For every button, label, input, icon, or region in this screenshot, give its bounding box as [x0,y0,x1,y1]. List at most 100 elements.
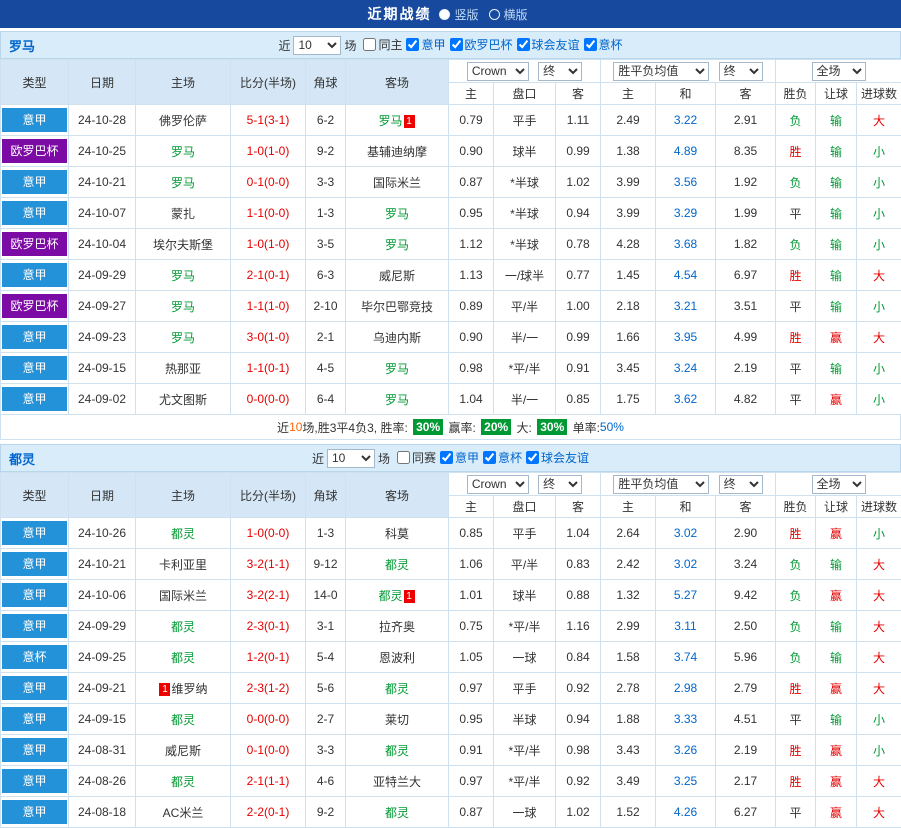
team-label: 威尼斯 [379,269,415,283]
filter-checkbox-input[interactable] [483,451,496,464]
cell-league: 意甲 [1,384,69,415]
cell-handicap: 赢 [816,797,857,828]
cell-away-team: 亚特兰大 [346,766,449,797]
filter-checkbox[interactable]: 意甲 [406,36,445,53]
cell-odds-home: 1.04 [449,384,494,415]
radio-vertical-icon[interactable] [439,9,450,20]
cell-date: 24-09-02 [69,384,136,415]
cell-result: 胜 [776,260,816,291]
odds-state-select[interactable]: 终 [538,62,582,81]
cell-league: 欧罗巴杯 [1,291,69,322]
cell-corner: 4-5 [306,353,346,384]
col-away: 客场 [346,473,449,518]
odds-state-select[interactable]: 终 [538,475,582,494]
cell-handicap: 赢 [816,518,857,549]
scope-select[interactable]: 全场 [812,475,866,494]
radio-horizontal-icon[interactable] [489,9,500,20]
filter-checkbox-input[interactable] [397,451,410,464]
filter-checkbox-input[interactable] [584,38,597,51]
cell-result: 负 [776,611,816,642]
cell-avg-home: 3.45 [601,353,656,384]
radio-vertical-label[interactable]: 竖版 [454,6,478,23]
odds-company-select[interactable]: Crown [467,62,529,81]
odds-select-cell: Crown 终 [449,60,601,83]
cell-score: 3-0(1-0) [231,322,306,353]
filters: 近 10 场 同主意甲欧罗巴杯球会友谊意杯 [278,36,622,55]
team-label: 都灵 [378,589,402,603]
cell-score: 1-1(0-1) [231,353,306,384]
cell-goals: 大 [857,766,901,797]
filter-checkbox[interactable]: 球会友谊 [526,449,589,466]
filter-checkbox-input[interactable] [526,451,539,464]
filter-checkbox-input[interactable] [450,38,463,51]
cell-odds-home: 0.87 [449,167,494,198]
cell-avg-home: 1.75 [601,384,656,415]
cell-avg-home: 1.32 [601,580,656,611]
col-goals: 进球数 [857,496,901,518]
filter-checkbox-input[interactable] [363,38,376,51]
cell-goals: 小 [857,704,901,735]
filter-checkbox[interactable]: 意杯 [483,449,522,466]
cell-home-team: 埃尔夫斯堡 [136,229,231,260]
cell-odds-away: 0.78 [556,229,601,260]
cell-handicap: 赢 [816,673,857,704]
filter-checkbox[interactable]: 同赛 [397,449,436,466]
filter-checkbox[interactable]: 意甲 [440,449,479,466]
cell-away-team: 都灵1 [346,580,449,611]
match-count-select[interactable]: 10 [327,449,375,468]
cell-result: 负 [776,105,816,136]
cell-home-team: 罗马 [136,322,231,353]
filter-checkbox-label: 同赛 [412,449,436,466]
cell-goals: 小 [857,198,901,229]
cell-corner: 9-2 [306,797,346,828]
avg-state-select[interactable]: 终 [719,62,763,81]
radio-horizontal-label[interactable]: 横版 [504,6,528,23]
team-label: 罗马 [378,114,402,128]
match-row: 意甲24-10-26都灵1-0(0-0)1-3科莫0.85平手1.042.643… [1,518,901,549]
cell-handicap: 赢 [816,766,857,797]
filter-checkbox[interactable]: 同主 [363,36,402,53]
cell-corner: 2-10 [306,291,346,322]
cell-home-team: 国际米兰 [136,580,231,611]
team-label: 都灵 [171,775,195,789]
summary-part: 大: [513,419,535,436]
league-badge: 意甲 [2,521,67,545]
cell-date: 24-09-25 [69,642,136,673]
cell-score: 0-0(0-0) [231,704,306,735]
cell-odds-line: 球半 [494,580,556,611]
cell-avg-away: 2.17 [716,766,776,797]
avg-state-select[interactable]: 终 [719,475,763,494]
cell-goals: 大 [857,580,901,611]
avg-metric-select[interactable]: 胜平负均值 [613,475,709,494]
league-badge: 意甲 [2,583,67,607]
cell-home-team: 都灵 [136,766,231,797]
cell-odds-line: 平/半 [494,291,556,322]
cell-away-team: 科莫 [346,518,449,549]
filter-checkbox-input[interactable] [440,451,453,464]
filter-checkbox-input[interactable] [406,38,419,51]
cell-avg-home: 3.99 [601,198,656,229]
avg-metric-select[interactable]: 胜平负均值 [613,62,709,81]
filter-checkbox-label: 欧罗巴杯 [465,36,513,53]
cell-home-team: 蒙扎 [136,198,231,229]
team-label: 都灵 [385,558,409,572]
scope-select[interactable]: 全场 [812,62,866,81]
cell-avg-away: 2.90 [716,518,776,549]
filter-checkbox-input[interactable] [517,38,530,51]
filter-checkbox[interactable]: 欧罗巴杯 [450,36,513,53]
cell-away-team: 拉齐奥 [346,611,449,642]
cell-date: 24-10-04 [69,229,136,260]
cell-odds-line: 平手 [494,105,556,136]
filter-checkbox[interactable]: 意杯 [584,36,623,53]
cell-odds-home: 0.87 [449,797,494,828]
cell-date: 24-10-25 [69,136,136,167]
cell-away-team: 国际米兰 [346,167,449,198]
cell-league: 意杯 [1,642,69,673]
red-card-badge: 1 [159,683,170,696]
match-count-select[interactable]: 10 [293,36,341,55]
filter-checkbox[interactable]: 球会友谊 [517,36,580,53]
cell-date: 24-09-23 [69,322,136,353]
odds-company-select[interactable]: Crown [467,475,529,494]
cell-odds-away: 0.92 [556,766,601,797]
cell-avg-draw: 4.54 [656,260,716,291]
